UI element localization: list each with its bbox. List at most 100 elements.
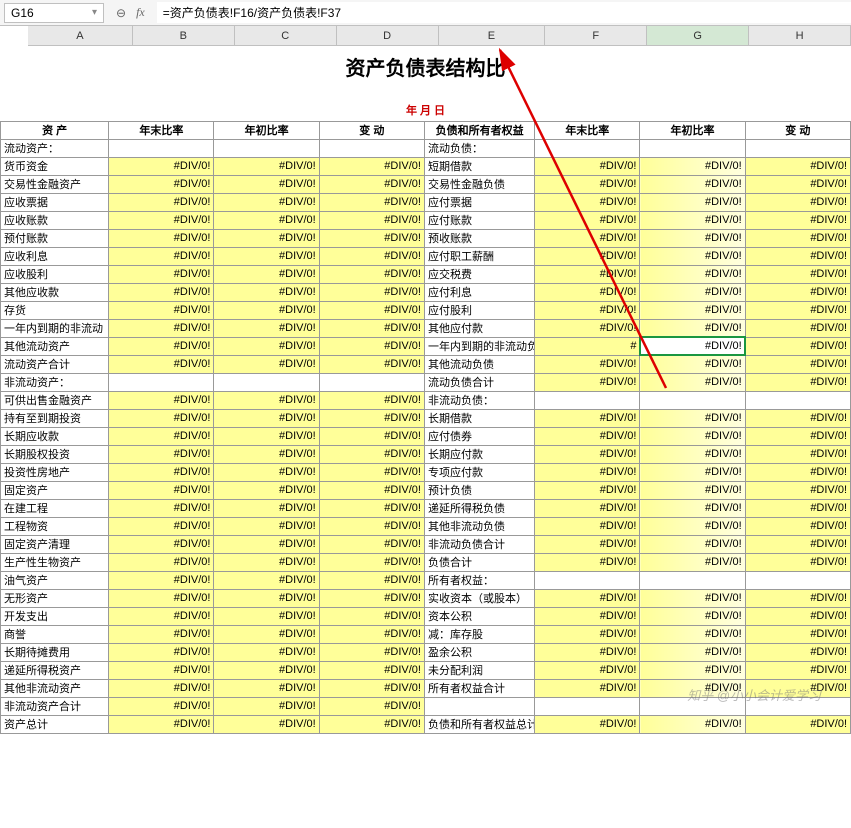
cell-r4-c7[interactable]: #DIV/0! (745, 211, 850, 229)
cell-r8-c7[interactable]: #DIV/0! (745, 283, 850, 301)
column-header-C[interactable]: C (235, 26, 337, 45)
cell-r13-c5[interactable]: #DIV/0! (535, 373, 640, 391)
column-header-H[interactable]: H (749, 26, 851, 45)
cell-r9-c3[interactable]: #DIV/0! (319, 301, 424, 319)
cell-r7-c0[interactable]: 应收股利 (1, 265, 109, 283)
cell-r30-c3[interactable]: #DIV/0! (319, 679, 424, 697)
cell-r26-c1[interactable]: #DIV/0! (109, 607, 214, 625)
cell-r20-c3[interactable]: #DIV/0! (319, 499, 424, 517)
cell-r26-c0[interactable]: 开发支出 (1, 607, 109, 625)
cell-r8-c3[interactable]: #DIV/0! (319, 283, 424, 301)
cell-r16-c4[interactable]: 应付债券 (424, 427, 534, 445)
cell-r21-c2[interactable]: #DIV/0! (214, 517, 319, 535)
cell-r5-c6[interactable]: #DIV/0! (640, 229, 745, 247)
cell-r15-c1[interactable]: #DIV/0! (109, 409, 214, 427)
cell-r14-c2[interactable]: #DIV/0! (214, 391, 319, 409)
cell-r24-c7[interactable] (745, 571, 850, 589)
cell-r18-c2[interactable]: #DIV/0! (214, 463, 319, 481)
cell-r23-c3[interactable]: #DIV/0! (319, 553, 424, 571)
cell-r31-c4[interactable] (424, 697, 534, 715)
cell-r20-c7[interactable]: #DIV/0! (745, 499, 850, 517)
cell-r30-c1[interactable]: #DIV/0! (109, 679, 214, 697)
sheet-title[interactable]: 资产负债表结构比 (1, 46, 851, 81)
cell-r4-c4[interactable]: 应付账款 (424, 211, 534, 229)
cell-r26-c2[interactable]: #DIV/0! (214, 607, 319, 625)
cell-r17-c2[interactable]: #DIV/0! (214, 445, 319, 463)
cell-r30-c7[interactable]: #DIV/0! (745, 679, 850, 697)
cell-r3-c4[interactable]: 应付票据 (424, 193, 534, 211)
cell-r14-c1[interactable]: #DIV/0! (109, 391, 214, 409)
cell-r7-c7[interactable]: #DIV/0! (745, 265, 850, 283)
cell-r7-c5[interactable]: #DIV/0! (535, 265, 640, 283)
cell-r20-c2[interactable]: #DIV/0! (214, 499, 319, 517)
cell-r14-c3[interactable]: #DIV/0! (319, 391, 424, 409)
cell-r31-c7[interactable] (745, 697, 850, 715)
cell-r21-c3[interactable]: #DIV/0! (319, 517, 424, 535)
cell-r20-c4[interactable]: 递延所得税负债 (424, 499, 534, 517)
cell-r31-c6[interactable] (640, 697, 745, 715)
cell-r23-c4[interactable]: 负债合计 (424, 553, 534, 571)
cell-r12-c4[interactable]: 其他流动负债 (424, 355, 534, 373)
cell-r11-c1[interactable]: #DIV/0! (109, 337, 214, 355)
cell-r2-c0[interactable]: 交易性金融资产 (1, 175, 109, 193)
cell-r9-c0[interactable]: 存货 (1, 301, 109, 319)
cell-r26-c4[interactable]: 资本公积 (424, 607, 534, 625)
cell-r10-c3[interactable]: #DIV/0! (319, 319, 424, 337)
cell-r28-c0[interactable]: 长期待摊费用 (1, 643, 109, 661)
cell-r20-c6[interactable]: #DIV/0! (640, 499, 745, 517)
cell-r25-c6[interactable]: #DIV/0! (640, 589, 745, 607)
cell-r5-c7[interactable]: #DIV/0! (745, 229, 850, 247)
cell-r3-c0[interactable]: 应收票据 (1, 193, 109, 211)
cell-r26-c5[interactable]: #DIV/0! (535, 607, 640, 625)
cell-r6-c1[interactable]: #DIV/0! (109, 247, 214, 265)
header-col-7[interactable]: 变 动 (745, 121, 850, 139)
cell-r29-c6[interactable]: #DIV/0! (640, 661, 745, 679)
cell-r29-c2[interactable]: #DIV/0! (214, 661, 319, 679)
cell-r21-c4[interactable]: 其他非流动负债 (424, 517, 534, 535)
cell-r1-c6[interactable]: #DIV/0! (640, 157, 745, 175)
cell-r16-c3[interactable]: #DIV/0! (319, 427, 424, 445)
cell-r9-c1[interactable]: #DIV/0! (109, 301, 214, 319)
cell-r17-c0[interactable]: 长期股权投资 (1, 445, 109, 463)
cell-r3-c5[interactable]: #DIV/0! (535, 193, 640, 211)
cell-r15-c5[interactable]: #DIV/0! (535, 409, 640, 427)
cell-r30-c2[interactable]: #DIV/0! (214, 679, 319, 697)
cell-r17-c5[interactable]: #DIV/0! (535, 445, 640, 463)
cell-r24-c4[interactable]: 所有者权益： (424, 571, 534, 589)
cell-r9-c6[interactable]: #DIV/0! (640, 301, 745, 319)
cell-r26-c3[interactable]: #DIV/0! (319, 607, 424, 625)
formula-input[interactable]: =资产负债表!F16/资产负债表!F37 (157, 2, 851, 23)
cell-r10-c5[interactable]: #DIV/0! (535, 319, 640, 337)
cell-r16-c6[interactable]: #DIV/0! (640, 427, 745, 445)
cell-r8-c5[interactable]: #DIV/0! (535, 283, 640, 301)
cell-r6-c4[interactable]: 应付职工薪酬 (424, 247, 534, 265)
cell-r3-c7[interactable]: #DIV/0! (745, 193, 850, 211)
cell-r19-c0[interactable]: 固定资产 (1, 481, 109, 499)
cell-r2-c3[interactable]: #DIV/0! (319, 175, 424, 193)
cell-r2-c5[interactable]: #DIV/0! (535, 175, 640, 193)
cell-r9-c4[interactable]: 应付股利 (424, 301, 534, 319)
cell-r7-c1[interactable]: #DIV/0! (109, 265, 214, 283)
dropdown-arrow-icon[interactable]: ▾ (92, 7, 97, 18)
cell-r18-c3[interactable]: #DIV/0! (319, 463, 424, 481)
cell-r25-c7[interactable]: #DIV/0! (745, 589, 850, 607)
header-col-6[interactable]: 年初比率 (640, 121, 745, 139)
cell-r28-c6[interactable]: #DIV/0! (640, 643, 745, 661)
cell-r28-c4[interactable]: 盈余公积 (424, 643, 534, 661)
cell-r15-c0[interactable]: 持有至到期投资 (1, 409, 109, 427)
cell-r32-c3[interactable]: #DIV/0! (319, 715, 424, 733)
header-col-4[interactable]: 负债和所有者权益 (424, 121, 534, 139)
cell-r7-c6[interactable]: #DIV/0! (640, 265, 745, 283)
cell-r10-c4[interactable]: 其他应付款 (424, 319, 534, 337)
cell-r13-c1[interactable] (109, 373, 214, 391)
cell-r31-c1[interactable]: #DIV/0! (109, 697, 214, 715)
cell-r10-c0[interactable]: 一年内到期的非流动 (1, 319, 109, 337)
cell-r6-c5[interactable]: #DIV/0! (535, 247, 640, 265)
cell-r24-c3[interactable]: #DIV/0! (319, 571, 424, 589)
cell-r27-c4[interactable]: 减：库存股 (424, 625, 534, 643)
cancel-icon[interactable]: ⊖ (116, 6, 126, 20)
cell-r20-c1[interactable]: #DIV/0! (109, 499, 214, 517)
column-header-D[interactable]: D (337, 26, 439, 45)
cell-r0-c6[interactable] (640, 139, 745, 157)
cell-r22-c5[interactable]: #DIV/0! (535, 535, 640, 553)
